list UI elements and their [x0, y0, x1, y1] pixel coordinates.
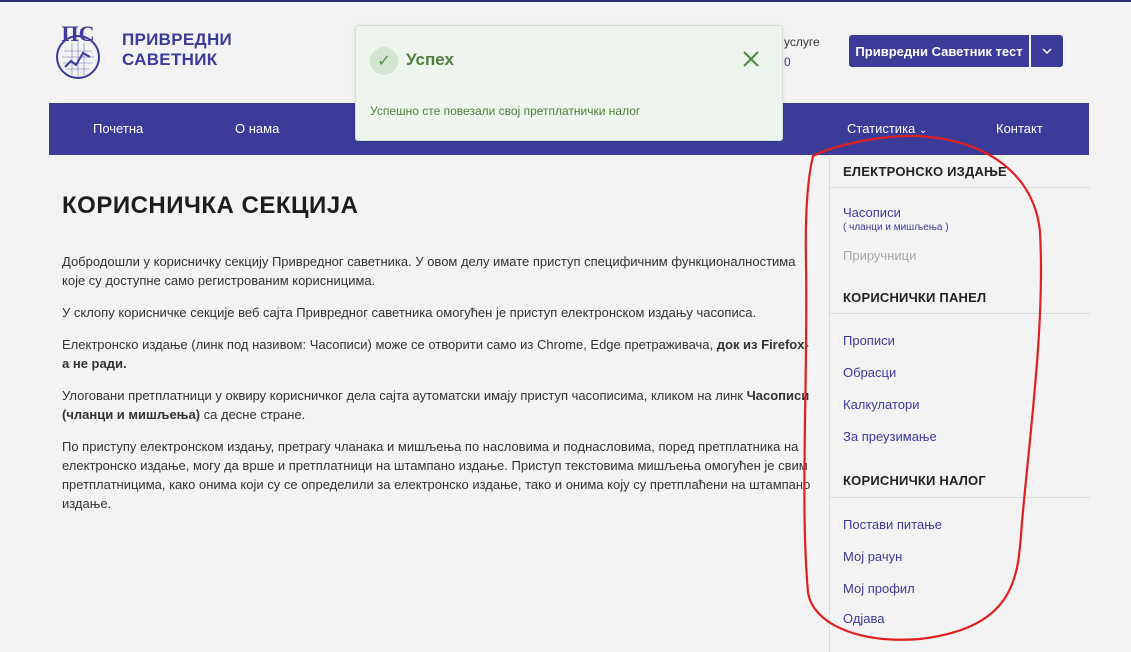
- check-icon: ✓: [370, 47, 398, 75]
- success-toast: ✓ Успех Успешно сте повезали свој претпл…: [355, 25, 783, 141]
- sidebar-heading-electronic: ЕЛЕКТРОНСКО ИЗДАЊЕ: [843, 164, 1007, 179]
- toast-title: Успех: [406, 50, 454, 69]
- paragraph-subscribers: Улоговани претплатници у оквиру кориснич…: [62, 386, 814, 424]
- subscribers-text: Улоговани претплатници у оквиру кориснич…: [62, 388, 747, 403]
- sidebar-link-my-account[interactable]: Мој рачун: [843, 549, 902, 564]
- services-text: услуге 0: [784, 32, 820, 72]
- sidebar-link-ask-question[interactable]: Постави питање: [843, 517, 942, 532]
- sidebar-link-regulations[interactable]: Прописи: [843, 333, 895, 348]
- chevron-down-icon: ⌄: [918, 125, 928, 136]
- browser-text: Електронско издање (линк под називом: Ча…: [62, 337, 717, 352]
- sidebar-link-calculators[interactable]: Калкулатори: [843, 397, 920, 412]
- logo-icon[interactable]: ПС: [54, 17, 102, 83]
- subscribers-tail: са десне стране.: [200, 407, 306, 422]
- services-line-2: 0: [784, 55, 791, 69]
- divider: [830, 187, 1090, 188]
- sidebar-link-journals[interactable]: Часописи: [843, 205, 901, 220]
- divider: [830, 313, 1090, 314]
- brand-name[interactable]: ПРИВРЕДНИ САВЕТНИК: [122, 30, 232, 70]
- sidebar-link-forms[interactable]: Обрасци: [843, 365, 896, 380]
- paragraph-welcome: Добродошли у корисничку секцију Привредн…: [62, 254, 796, 288]
- user-sidebar: ЕЛЕКТРОНСКО ИЗДАЊЕ Часописи ( чланци и м…: [829, 156, 1090, 652]
- close-icon[interactable]: [740, 48, 762, 70]
- chevron-down-icon: [1042, 48, 1052, 54]
- sidebar-link-my-profile[interactable]: Мој профил: [843, 581, 915, 596]
- nav-item-contact[interactable]: Контакт: [996, 103, 1043, 155]
- sidebar-link-journals-sub[interactable]: ( чланци и мишљења ): [843, 222, 949, 233]
- logo-letters: ПС: [62, 21, 95, 46]
- brand-line-2: САВЕТНИК: [122, 50, 218, 69]
- page-title: КОРИСНИЧКА СЕКЦИЈА: [62, 192, 359, 219]
- paragraph-access: У склопу корисничке секције веб сајта Пр…: [62, 305, 757, 320]
- paragraph-search: По приступу електронском издању, претраг…: [62, 439, 811, 511]
- sidebar-heading-panel: КОРИСНИЧКИ ПАНЕЛ: [843, 290, 987, 305]
- sidebar-heading-account: КОРИСНИЧКИ НАЛОГ: [843, 473, 986, 488]
- brand-line-1: ПРИВРЕДНИ: [122, 30, 233, 49]
- nav-item-statistics[interactable]: Статистика ⌄: [847, 103, 927, 155]
- user-menu-toggle[interactable]: [1031, 35, 1063, 67]
- sidebar-link-handbooks[interactable]: Приручници: [843, 248, 916, 263]
- paragraph-browser: Електронско издање (линк под називом: Ча…: [62, 335, 814, 373]
- services-line-1: услуге: [784, 35, 820, 49]
- nav-item-home[interactable]: Почетна: [93, 103, 143, 155]
- toast-message: Успешно сте повезали свој претплатнички …: [370, 104, 641, 118]
- nav-item-statistics-label: Статистика: [847, 121, 916, 136]
- sidebar-link-logout[interactable]: Одјава: [843, 611, 885, 626]
- divider: [830, 497, 1090, 498]
- main-content: Добродошли у корисничку секцију Привредн…: [62, 252, 814, 526]
- nav-item-about[interactable]: О нама: [235, 103, 279, 155]
- sidebar-link-downloads[interactable]: За преузимање: [843, 429, 937, 444]
- user-account-button[interactable]: Привредни Саветник тест: [849, 35, 1029, 67]
